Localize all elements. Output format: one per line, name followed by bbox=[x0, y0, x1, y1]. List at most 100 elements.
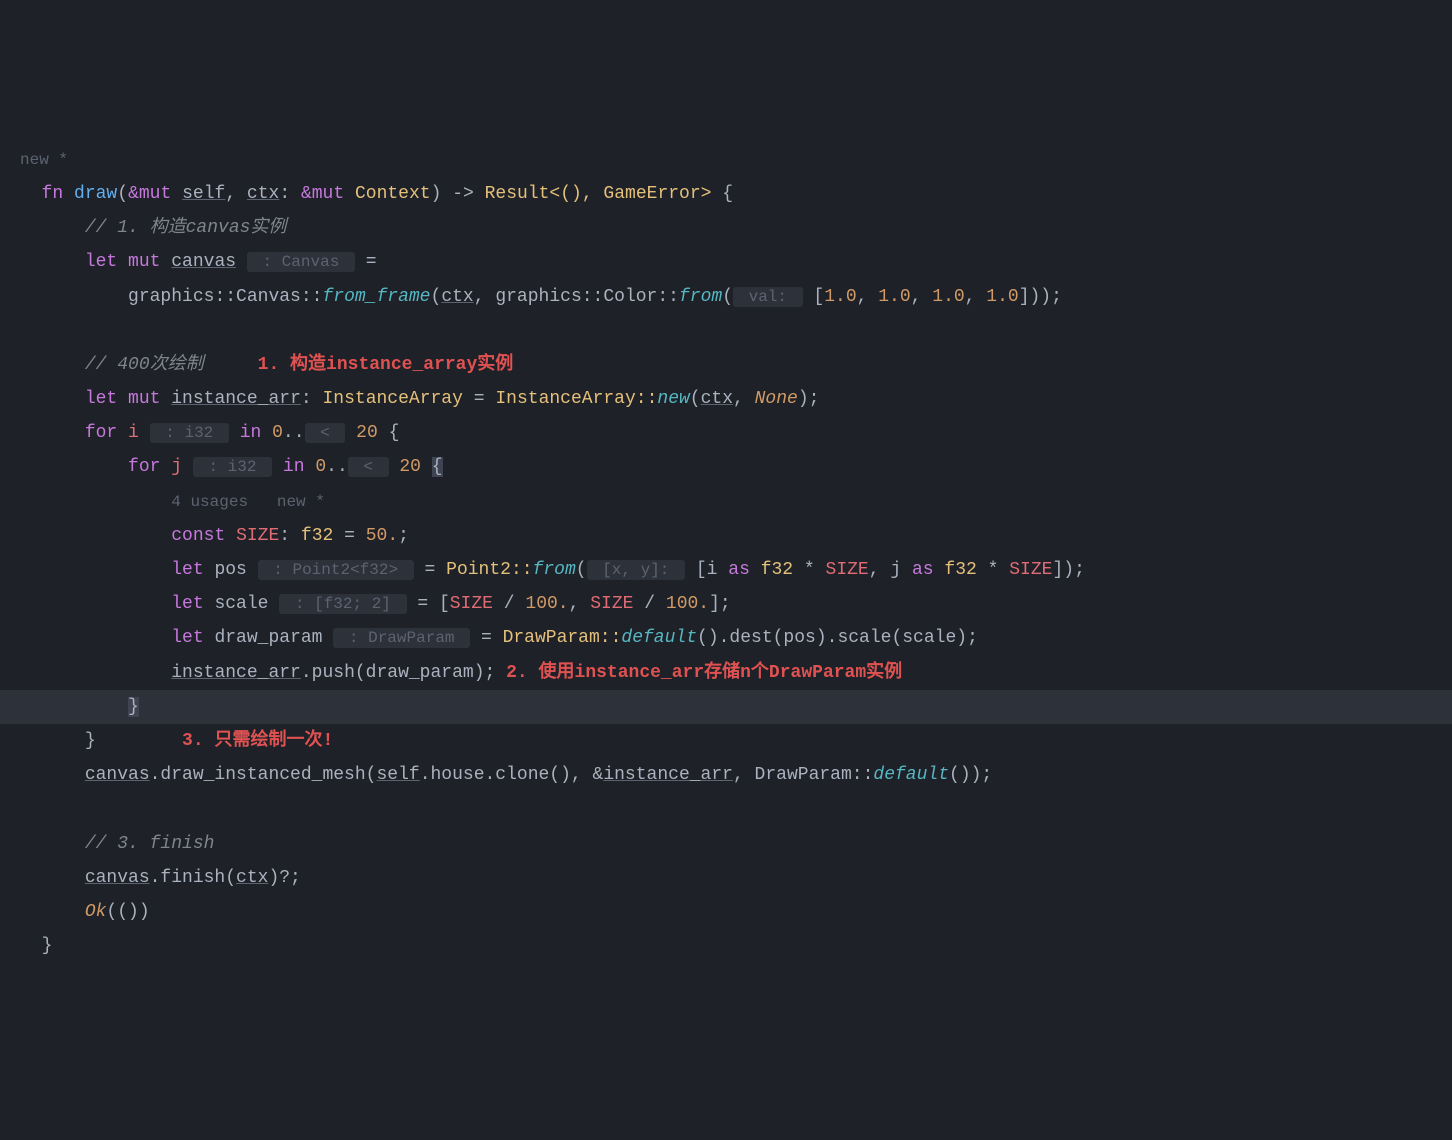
instance-arr-ref: instance_arr bbox=[171, 663, 301, 683]
ref-mut: &mut bbox=[301, 184, 344, 204]
i-var: i bbox=[128, 423, 139, 443]
eq: = bbox=[474, 389, 485, 409]
annotation-2: 2. 使用instance_arr存储n个DrawParam实例 bbox=[506, 663, 902, 683]
keyword-for: for bbox=[85, 423, 117, 443]
num: 50. bbox=[366, 526, 398, 546]
num: 1.0 bbox=[824, 287, 856, 307]
push-call: .push(draw_param); bbox=[301, 663, 495, 683]
keyword-in: in bbox=[283, 457, 305, 477]
keyword-let: let bbox=[85, 389, 117, 409]
arr-hint: : [f32; 2] bbox=[279, 594, 406, 614]
point2-hint: : Point2<f32> bbox=[258, 560, 414, 580]
num: 1.0 bbox=[986, 287, 1018, 307]
end: )?; bbox=[268, 868, 300, 888]
pos-var: pos bbox=[214, 560, 246, 580]
eq: = bbox=[425, 560, 436, 580]
house-clone: .house.clone(), & bbox=[420, 765, 604, 785]
instance-array-type: InstanceArray bbox=[322, 389, 462, 409]
i32-hint: : i32 bbox=[150, 423, 229, 443]
xy-hint: [x, y]: bbox=[587, 560, 685, 580]
num: 1.0 bbox=[878, 287, 910, 307]
size-ref: SIZE bbox=[1009, 560, 1052, 580]
color-path: graphics::Color:: bbox=[495, 287, 679, 307]
f32-type: f32 bbox=[761, 560, 793, 580]
instance-arr-ref: instance_arr bbox=[603, 765, 733, 785]
size-ref: SIZE bbox=[450, 594, 493, 614]
f32-type: f32 bbox=[301, 526, 333, 546]
from-fn: from bbox=[679, 287, 722, 307]
end: ()); bbox=[949, 765, 992, 785]
lt-hint: < bbox=[348, 457, 389, 477]
keyword-for: for bbox=[128, 457, 160, 477]
num: 0 bbox=[315, 457, 326, 477]
annotation-3: 3. 只需绘制一次! bbox=[182, 731, 333, 751]
finish-call: .finish( bbox=[150, 868, 236, 888]
ctx-arg: ctx bbox=[441, 287, 473, 307]
ctx-ref: ctx bbox=[236, 868, 268, 888]
keyword-let: let bbox=[171, 560, 203, 580]
default-fn: default bbox=[621, 628, 697, 648]
scale-var: scale bbox=[214, 594, 268, 614]
drawparam-ctor: DrawParam:: bbox=[503, 628, 622, 648]
comment-3: // 3. finish bbox=[85, 834, 215, 854]
size-ref: SIZE bbox=[590, 594, 633, 614]
path: graphics::Canvas:: bbox=[128, 287, 322, 307]
ok-variant: Ok bbox=[85, 902, 107, 922]
star: * bbox=[988, 560, 999, 580]
num: 0 bbox=[272, 423, 283, 443]
keyword-mut: mut bbox=[128, 252, 160, 272]
j-var: j bbox=[171, 457, 182, 477]
self-ref: self bbox=[376, 765, 419, 785]
code-editor[interactable]: new * fn draw(&mut self, ctx: &mut Conte… bbox=[20, 143, 1432, 964]
chain-call: .dest(pos).scale(scale); bbox=[719, 628, 978, 648]
i-ref: i bbox=[707, 560, 718, 580]
div: / bbox=[504, 594, 515, 614]
ctx-param: ctx bbox=[247, 184, 279, 204]
drawparam-hint: : DrawParam bbox=[333, 628, 470, 648]
eq: = bbox=[366, 252, 377, 272]
instance-arr-var: instance_arr bbox=[171, 389, 301, 409]
comment-1: // 1. 构造canvas实例 bbox=[85, 218, 287, 238]
eq: = bbox=[481, 628, 492, 648]
num: 100. bbox=[525, 594, 568, 614]
ref-mut: &mut bbox=[128, 184, 171, 204]
div: / bbox=[644, 594, 655, 614]
keyword-let: let bbox=[85, 252, 117, 272]
ctx-arg: ctx bbox=[701, 389, 733, 409]
num: 100. bbox=[666, 594, 709, 614]
f32-type: f32 bbox=[944, 560, 976, 580]
draw-instanced-call: .draw_instanced_mesh( bbox=[150, 765, 377, 785]
star: * bbox=[804, 560, 815, 580]
size-const: SIZE bbox=[236, 526, 279, 546]
none-variant: None bbox=[755, 389, 798, 409]
j-ref: j bbox=[890, 560, 901, 580]
lt-hint: < bbox=[305, 423, 346, 443]
canvas-var: canvas bbox=[171, 252, 236, 272]
canvas-ref: canvas bbox=[85, 765, 150, 785]
top-hint: new * bbox=[20, 151, 68, 169]
val-hint: val: bbox=[733, 287, 803, 307]
ok-body: (()) bbox=[106, 902, 149, 922]
keyword-const: const bbox=[171, 526, 225, 546]
size-ref: SIZE bbox=[826, 560, 869, 580]
ctor: InstanceArray:: bbox=[495, 389, 657, 409]
keyword-as: as bbox=[912, 560, 934, 580]
self-param: self bbox=[182, 184, 225, 204]
keyword-as: as bbox=[728, 560, 750, 580]
usages-hint: 4 usages new * bbox=[171, 493, 325, 511]
keyword-mut: mut bbox=[128, 389, 160, 409]
draw-param-var: draw_param bbox=[214, 628, 322, 648]
num: 1.0 bbox=[932, 287, 964, 307]
keyword-in: in bbox=[240, 423, 262, 443]
return-type: Result<(), GameError> bbox=[485, 184, 712, 204]
from-frame-fn: from_frame bbox=[322, 287, 430, 307]
highlighted-line: } bbox=[0, 690, 1452, 724]
context-type: Context bbox=[355, 184, 431, 204]
eq: = bbox=[417, 594, 428, 614]
function-name: draw bbox=[74, 184, 117, 204]
canvas-ref: canvas bbox=[85, 868, 150, 888]
default-fn: default bbox=[873, 765, 949, 785]
point2-ctor: Point2:: bbox=[446, 560, 532, 580]
new-fn: new bbox=[657, 389, 689, 409]
annotation-1: 1. 构造instance_array实例 bbox=[258, 355, 514, 375]
